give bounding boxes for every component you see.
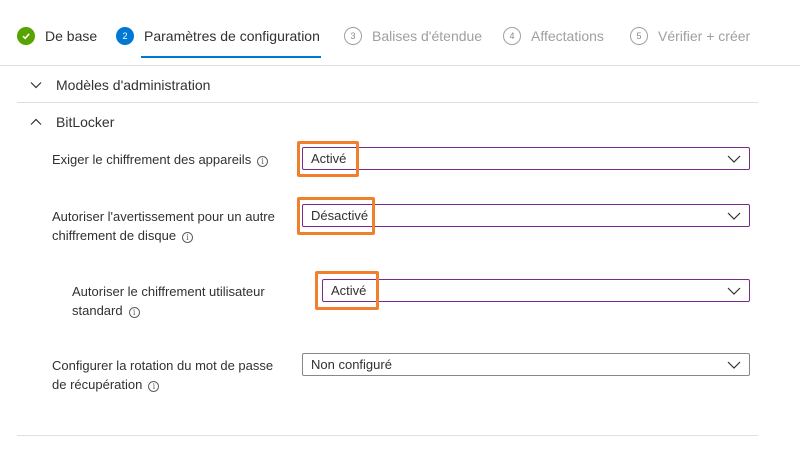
recovery-password-rotation-select[interactable]: Non configuré <box>302 353 750 376</box>
chevron-down-icon <box>727 361 741 369</box>
step-label: Balises d'étendue <box>372 28 483 44</box>
chevron-down-icon <box>727 287 741 295</box>
select-value: Non configuré <box>311 357 392 372</box>
setting-label-require-device-encryption: Exiger le chiffrement des appareils i <box>52 150 269 169</box>
chevron-down-icon <box>727 155 741 163</box>
step-assignments[interactable]: 4 Affectations <box>503 25 604 47</box>
step-number: 2 <box>116 27 134 45</box>
check-icon <box>17 27 35 45</box>
step-scope-tags[interactable]: 3 Balises d'étendue <box>344 25 482 47</box>
info-icon[interactable]: i <box>128 307 140 318</box>
step-number: 5 <box>630 27 648 45</box>
setting-label-recovery-password-rotation: Configurer la rotation du mot de passe d… <box>52 358 274 392</box>
step-label: Vérifier + créer <box>658 28 751 44</box>
step-configuration-settings[interactable]: 2 Paramètres de configuration <box>116 25 320 47</box>
allow-standard-user-encryption-select[interactable]: Activé <box>322 279 750 302</box>
wizard-steps: De base 2 Paramètres de configuration 3 … <box>0 0 800 66</box>
chevron-down-icon <box>727 212 741 220</box>
require-device-encryption-select[interactable]: Activé <box>302 147 750 170</box>
step-label: Paramètres de configuration <box>144 28 320 44</box>
active-step-underline <box>141 56 321 58</box>
info-icon[interactable]: i <box>182 232 194 243</box>
setting-label-allow-standard-user-encryption: Autoriser le chiffrement utilisateur sta… <box>72 284 265 318</box>
section-admin-templates[interactable]: Modèles d'administration <box>17 73 758 97</box>
highlight-box <box>297 197 375 235</box>
chevron-down-icon <box>30 82 42 89</box>
divider <box>17 435 758 436</box>
section-title: Modèles d'administration <box>56 77 211 93</box>
divider <box>17 102 758 103</box>
step-number: 3 <box>344 27 362 45</box>
section-bitlocker[interactable]: BitLocker <box>17 110 758 134</box>
step-label: De base <box>45 28 98 44</box>
step-basics[interactable]: De base <box>17 25 97 47</box>
step-label: Affectations <box>531 28 604 44</box>
chevron-up-icon <box>30 118 42 125</box>
step-number: 4 <box>503 27 521 45</box>
highlight-box <box>297 141 359 177</box>
info-icon[interactable]: i <box>257 156 269 167</box>
info-icon[interactable]: i <box>148 381 160 392</box>
highlight-box <box>315 271 379 310</box>
step-review-create[interactable]: 5 Vérifier + créer <box>630 25 750 47</box>
section-title: BitLocker <box>56 114 115 130</box>
setting-label-allow-warning-other-encryption: Autoriser l'avertissement pour un autre … <box>52 209 275 243</box>
